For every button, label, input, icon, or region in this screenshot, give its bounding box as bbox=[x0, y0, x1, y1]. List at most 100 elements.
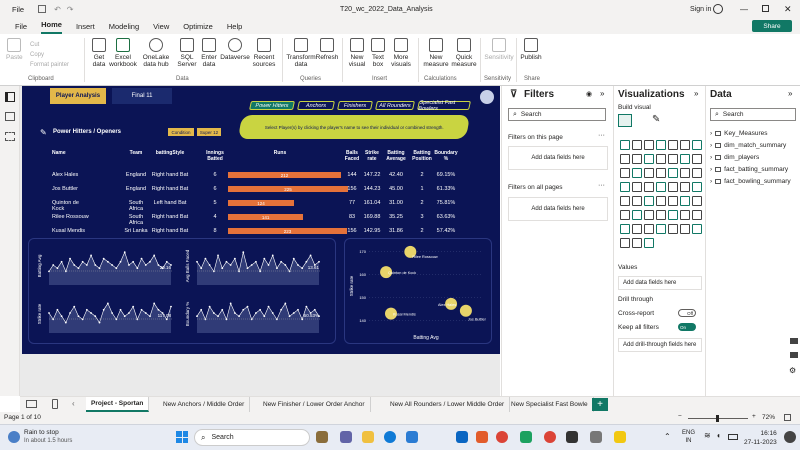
menu-file[interactable]: File bbox=[15, 22, 27, 34]
linkedin-icon[interactable] bbox=[456, 431, 468, 443]
visual-type-icon[interactable] bbox=[644, 154, 654, 164]
build-visual-icon[interactable] bbox=[618, 114, 632, 127]
filter-search-box[interactable]: ⌕ Search bbox=[508, 108, 606, 121]
data-table-item[interactable]: › Key_Measures bbox=[710, 130, 768, 137]
visual-type-icon[interactable] bbox=[680, 140, 690, 150]
visual-type-icon[interactable] bbox=[656, 168, 666, 178]
file-explorer-icon[interactable] bbox=[362, 431, 374, 443]
zoom-out-icon[interactable]: − bbox=[678, 413, 682, 420]
col-batting-position-header[interactable]: Batting Position bbox=[412, 150, 432, 162]
visual-type-icon[interactable] bbox=[680, 224, 690, 234]
add-page-button[interactable]: + bbox=[592, 398, 608, 411]
video-icon[interactable] bbox=[790, 352, 798, 358]
format-visual-icon[interactable]: ✎ bbox=[652, 114, 660, 125]
tab-finishers[interactable]: Finishers bbox=[337, 101, 373, 110]
runs-bar[interactable]: 141 bbox=[228, 214, 304, 220]
filters-on-all-more-icon[interactable]: ··· bbox=[598, 182, 605, 189]
page-tab-2[interactable]: New Anchors / Middle Order bbox=[158, 397, 251, 412]
tab-final-11[interactable]: Final 11 bbox=[112, 88, 172, 104]
page-tab-5[interactable]: New Specialist Fast Bowle bbox=[506, 397, 594, 412]
more-visuals-button[interactable]: More visuals bbox=[389, 38, 413, 68]
menu-optimize[interactable]: Optimize bbox=[183, 22, 213, 34]
expand-chevron-icon[interactable]: › bbox=[710, 142, 712, 149]
notification-icon[interactable] bbox=[784, 431, 796, 443]
expand-chevron-icon[interactable]: › bbox=[710, 166, 712, 173]
data-search-box[interactable]: ⌕ Search bbox=[710, 108, 796, 121]
settings-app-icon[interactable] bbox=[590, 431, 602, 443]
zoom-slider-thumb[interactable] bbox=[716, 415, 719, 422]
tab-power-hitters[interactable]: Power Hitters bbox=[249, 101, 295, 110]
share-button[interactable]: Share bbox=[752, 20, 792, 32]
visual-type-icon[interactable] bbox=[656, 154, 666, 164]
visual-type-icon[interactable] bbox=[620, 238, 630, 248]
col-boundary-pct-header[interactable]: Boundary % bbox=[434, 150, 458, 162]
minimize-icon[interactable]: — bbox=[740, 5, 748, 14]
report-view-icon[interactable] bbox=[5, 92, 15, 102]
tab-all-rounders[interactable]: All Rounders bbox=[375, 101, 415, 110]
visual-type-icon[interactable] bbox=[644, 168, 654, 178]
visual-type-icon[interactable] bbox=[644, 224, 654, 234]
visual-type-icon[interactable] bbox=[644, 238, 654, 248]
visual-type-icon[interactable] bbox=[692, 224, 702, 234]
page-tab-1[interactable]: Project - Sportan bbox=[86, 397, 150, 412]
widgets-icon[interactable] bbox=[316, 431, 328, 443]
mobile-layout-icon[interactable] bbox=[52, 399, 58, 409]
tab-player-analysis[interactable]: Player Analysis bbox=[50, 88, 106, 104]
visual-type-icon[interactable] bbox=[680, 182, 690, 192]
start-icon[interactable] bbox=[176, 431, 188, 443]
visual-type-icon[interactable] bbox=[668, 140, 678, 150]
visual-type-icon[interactable] bbox=[668, 168, 678, 178]
tab-anchors[interactable]: Anchors bbox=[297, 101, 335, 110]
data-table-item[interactable]: › dim_players bbox=[710, 154, 759, 161]
visual-type-icon[interactable] bbox=[656, 210, 666, 220]
battery-icon[interactable] bbox=[728, 434, 738, 440]
eye-icon[interactable]: ◉ bbox=[586, 90, 592, 98]
desktop-layout-icon[interactable] bbox=[26, 400, 37, 408]
visual-type-icon[interactable] bbox=[668, 210, 678, 220]
tab-specialist-fast-bowlers[interactable]: Specialist Fast Bowlers bbox=[417, 100, 471, 112]
visual-type-icon[interactable] bbox=[620, 224, 630, 234]
col-name-header[interactable]: Name bbox=[52, 150, 92, 156]
volume-icon[interactable]: ◖ bbox=[716, 431, 721, 440]
runs-bar[interactable]: 223 bbox=[228, 228, 347, 234]
collapse-data-icon[interactable]: » bbox=[788, 89, 792, 98]
runs-bar[interactable]: 124 bbox=[228, 200, 295, 206]
powerbi-icon[interactable] bbox=[614, 431, 626, 443]
col-batting-style-header[interactable]: battingStyle bbox=[150, 150, 190, 156]
visual-type-icon[interactable] bbox=[632, 238, 642, 248]
menu-home[interactable]: Home bbox=[41, 20, 62, 34]
collapse-viz-icon[interactable]: » bbox=[694, 89, 698, 98]
quick-measure-button[interactable]: Quick measure bbox=[450, 38, 478, 68]
app-g-icon[interactable] bbox=[476, 431, 488, 443]
terminal-icon[interactable] bbox=[566, 431, 578, 443]
onelake-button[interactable]: OneLake data hub bbox=[138, 38, 174, 68]
page-tab-3[interactable]: New Finisher / Lower Order Anchor bbox=[258, 397, 371, 412]
col-innings-header[interactable]: Innings Batted bbox=[206, 150, 224, 162]
menu-view[interactable]: View bbox=[153, 22, 169, 34]
text-box-button[interactable]: Text box bbox=[368, 38, 388, 68]
visual-type-icon[interactable] bbox=[632, 210, 642, 220]
visual-type-icon[interactable] bbox=[644, 182, 654, 192]
dataverse-button[interactable]: Dataverse bbox=[220, 38, 250, 61]
visual-type-icon[interactable] bbox=[632, 140, 642, 150]
visual-type-icon[interactable] bbox=[620, 182, 630, 192]
visual-type-icon[interactable] bbox=[692, 154, 702, 164]
teams-icon[interactable] bbox=[340, 431, 352, 443]
col-name-cell[interactable]: Rilee Rossouw bbox=[52, 214, 92, 220]
visual-type-icon[interactable] bbox=[668, 224, 678, 234]
format-painter-button[interactable]: Format painter bbox=[30, 60, 69, 70]
collapse-filters-icon[interactable]: » bbox=[600, 89, 604, 98]
camera-icon[interactable] bbox=[790, 338, 798, 344]
drill-through-drop[interactable]: Add drill-through fields here bbox=[618, 338, 702, 352]
undo-icon[interactable]: ↶ bbox=[54, 5, 61, 14]
visual-type-icon[interactable] bbox=[680, 168, 690, 178]
model-view-icon[interactable] bbox=[5, 132, 15, 141]
copy-button[interactable]: Copy bbox=[30, 50, 69, 60]
tray-chevron-icon[interactable]: ⌃ bbox=[664, 432, 671, 441]
expand-chevron-icon[interactable]: › bbox=[710, 178, 712, 185]
refresh-button[interactable]: Refresh bbox=[316, 38, 338, 61]
runs-bar[interactable]: 212 bbox=[228, 172, 342, 178]
add-page-filter-drop[interactable]: Add data fields here bbox=[508, 146, 608, 170]
account-icon[interactable] bbox=[713, 4, 723, 14]
col-name-cell[interactable]: Kusal Mendis bbox=[52, 228, 92, 234]
